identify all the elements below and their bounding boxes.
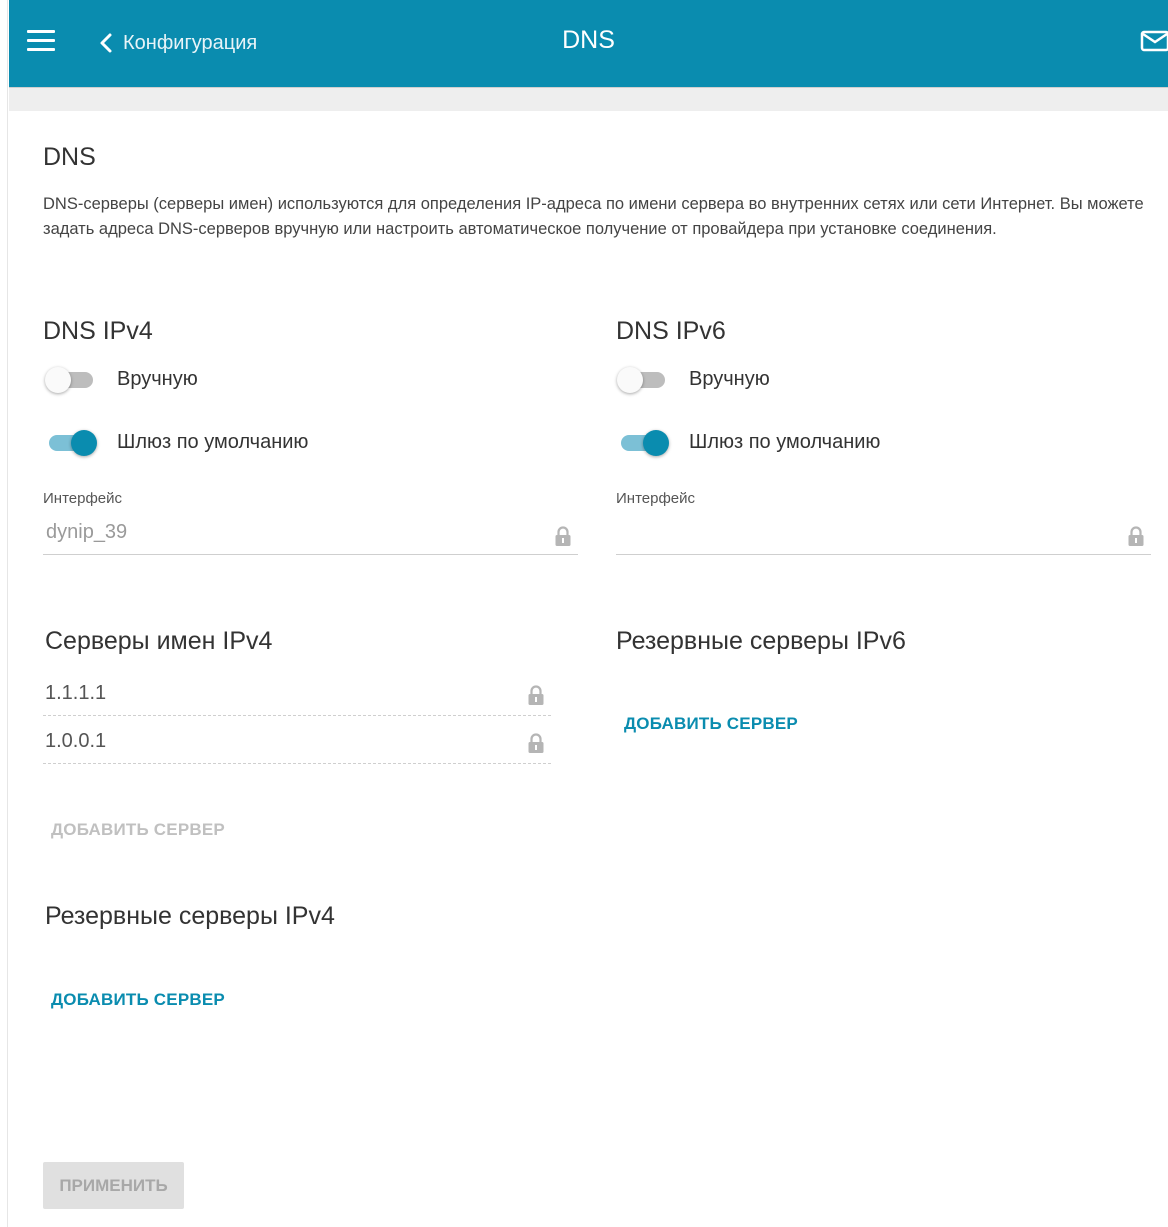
lock-icon — [555, 526, 571, 546]
ipv6-manual-label: Вручную — [689, 368, 770, 390]
ipv4-nameservers-title: Серверы имен IPv4 — [45, 627, 273, 655]
ipv6-manual-toggle[interactable]: Вручную — [617, 366, 770, 393]
ipv4-add-backup-button[interactable]: ДОБАВИТЬ СЕРВЕР — [51, 990, 225, 1010]
toggle-knob — [71, 429, 97, 456]
ipv4-gateway-label: Шлюз по умолчанию — [117, 431, 309, 453]
apply-button[interactable]: ПРИМЕНИТЬ — [43, 1162, 184, 1209]
toggle-track — [49, 429, 97, 456]
toggle-knob — [643, 429, 669, 456]
ipv6-add-backup-button[interactable]: ДОБАВИТЬ СЕРВЕР — [624, 714, 798, 734]
ipv4-interface-field: dynip_39 — [43, 515, 578, 555]
window-frame — [0, 0, 8, 1227]
lock-icon — [528, 733, 544, 753]
lock-icon — [1128, 526, 1144, 546]
mail-icon[interactable] — [1140, 30, 1168, 52]
ipv4-interface-label: Интерфейс — [43, 490, 123, 507]
toggle-track — [45, 366, 93, 393]
nameserver-value: 1.1.1.1 — [45, 682, 107, 704]
section-description: DNS-серверы (серверы имен) используются … — [43, 195, 1144, 238]
ipv4-interface-value: dynip_39 — [46, 521, 128, 543]
toggle-knob — [45, 366, 71, 393]
nameserver-row: 1.1.1.1 — [43, 672, 551, 716]
nameserver-value: 1.0.0.1 — [45, 730, 107, 752]
toggle-track — [617, 366, 665, 393]
toggle-track — [621, 429, 669, 456]
header-shadow-strip — [9, 87, 1168, 111]
section-title: DNS — [43, 143, 96, 171]
page-title: DNS — [562, 26, 615, 54]
dns-ipv4-title: DNS IPv4 — [43, 317, 153, 345]
ipv4-backup-title: Резервные серверы IPv4 — [45, 902, 335, 930]
ipv6-gateway-toggle[interactable]: Шлюз по умолчанию — [621, 429, 881, 456]
ipv4-manual-toggle[interactable]: Вручную — [45, 366, 198, 393]
lock-icon — [528, 685, 544, 705]
nameserver-row: 1.0.0.1 — [43, 720, 551, 764]
toggle-knob — [617, 366, 643, 393]
ipv4-gateway-toggle[interactable]: Шлюз по умолчанию — [49, 429, 309, 456]
ipv4-add-nameserver-button[interactable]: ДОБАВИТЬ СЕРВЕР — [51, 820, 225, 840]
top-bar: Конфигурация DNS — [9, 0, 1168, 87]
ipv6-interface-label: Интерфейс — [616, 490, 696, 507]
ipv6-backup-title: Резервные серверы IPv6 — [616, 627, 906, 655]
ipv6-gateway-label: Шлюз по умолчанию — [689, 431, 881, 453]
ipv4-manual-label: Вручную — [117, 368, 198, 390]
ipv6-interface-field — [616, 515, 1151, 555]
dns-ipv6-title: DNS IPv6 — [616, 317, 726, 345]
